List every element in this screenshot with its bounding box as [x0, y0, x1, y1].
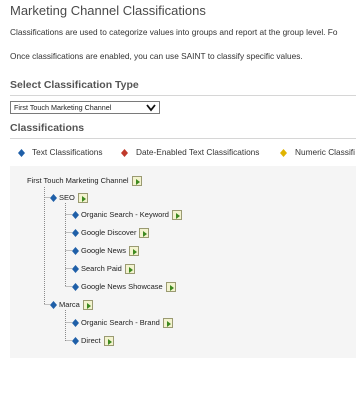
divider [10, 95, 356, 96]
play-icon[interactable] [129, 246, 140, 256]
blue-diamond-icon [72, 247, 79, 255]
legend-numeric: Numeric Classifi [295, 147, 355, 157]
play-icon[interactable] [131, 176, 142, 186]
tree-node-organic-search-brand[interactable]: Organic Search - Brand [72, 317, 173, 329]
select-value: First Touch Marketing Channel [14, 103, 112, 112]
saint-note: Once classifications are enabled, you ca… [10, 51, 303, 61]
play-icon[interactable] [124, 264, 135, 274]
blue-diamond-icon [72, 319, 79, 327]
play-icon[interactable] [139, 228, 150, 238]
classifications-heading: Classifications [10, 122, 85, 134]
select-type-heading: Select Classification Type [10, 79, 139, 91]
tree-node-organic-search-keyword[interactable]: Organic Search - Keyword [72, 209, 182, 221]
legend-date-enabled: Date-Enabled Text Classifications [136, 147, 260, 157]
tree-node-label: Google News Showcase [81, 282, 163, 291]
tree-node-google-discover[interactable]: Google Discover [72, 227, 150, 239]
tree-node-label: Marca [59, 300, 80, 309]
classification-tree-panel: First Touch Marketing Channel SEO Organi… [10, 166, 356, 358]
tree-node-google-news[interactable]: Google News [72, 245, 140, 257]
tree-connector-lines [44, 187, 72, 341]
tree-node-label: Search Paid [81, 264, 122, 273]
blue-diamond-icon [50, 194, 57, 202]
tree-node-label: Organic Search - Keyword [81, 210, 169, 219]
tree-node-label: Google Discover [81, 228, 137, 237]
legend-text-classifications: Text Classifications [32, 147, 103, 157]
tree-node-google-news-showcase[interactable]: Google News Showcase [72, 281, 176, 293]
tree-node-root[interactable]: First Touch Marketing Channel [27, 175, 142, 187]
tree-node-search-paid[interactable]: Search Paid [72, 263, 135, 275]
play-icon[interactable] [171, 210, 182, 220]
play-icon[interactable] [162, 318, 173, 328]
blue-diamond-icon [72, 283, 79, 291]
blue-diamond-icon [50, 301, 57, 309]
tree-node-seo[interactable]: SEO [50, 192, 88, 204]
play-icon[interactable] [82, 300, 93, 310]
tree-node-marca[interactable]: Marca [50, 299, 93, 311]
blue-diamond-icon [72, 337, 79, 345]
intro-text: Classifications are used to categorize v… [10, 27, 338, 37]
yellow-diamond-icon [280, 149, 287, 157]
tree-node-direct[interactable]: Direct [72, 335, 114, 347]
divider [10, 138, 356, 139]
tree-node-label: Direct [81, 336, 101, 345]
play-icon[interactable] [103, 336, 114, 346]
red-diamond-icon [121, 149, 128, 157]
tree-node-label: SEO [59, 193, 75, 202]
chevron-down-icon [146, 104, 156, 112]
blue-diamond-icon [72, 229, 79, 237]
blue-diamond-icon [72, 211, 79, 219]
play-icon[interactable] [165, 282, 176, 292]
tree-node-label: Organic Search - Brand [81, 318, 160, 327]
tree-node-label: Google News [81, 246, 127, 255]
blue-diamond-icon [18, 149, 25, 157]
tree-node-label: First Touch Marketing Channel [27, 176, 129, 185]
blue-diamond-icon [72, 265, 79, 273]
play-icon[interactable] [77, 193, 88, 203]
classification-type-select[interactable]: First Touch Marketing Channel [10, 101, 160, 114]
page-title: Marketing Channel Classifications [10, 3, 206, 18]
